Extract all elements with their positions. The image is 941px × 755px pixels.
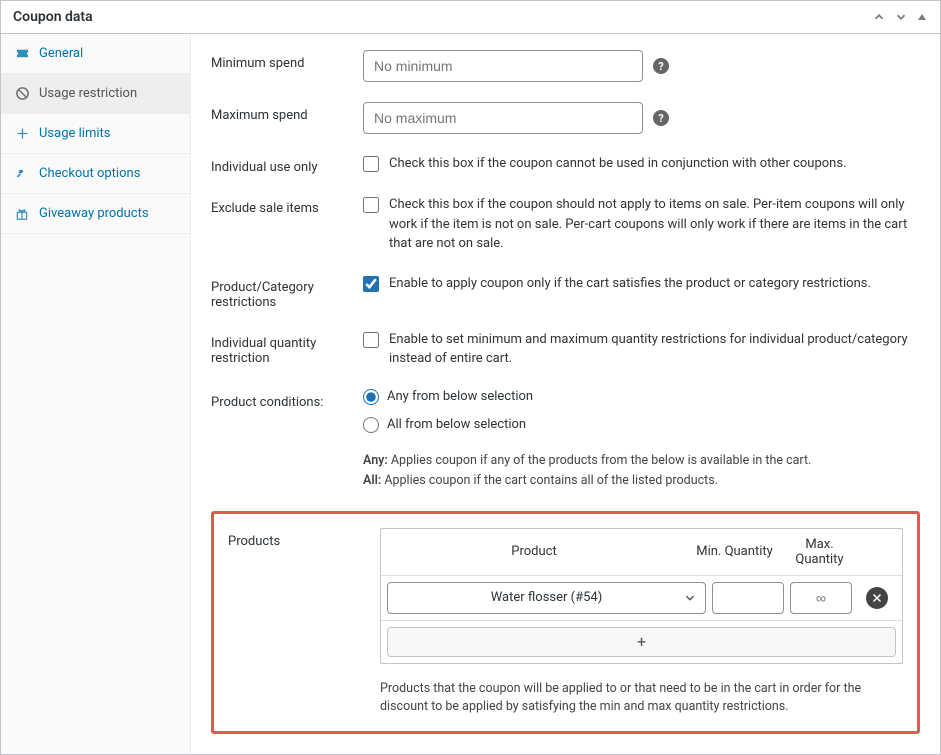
individual-quantity-checkbox[interactable] (363, 332, 379, 348)
field-products: Products Product Min. Quantity Max. Quan… (228, 528, 903, 718)
field-label: Product conditions: (211, 389, 351, 410)
column-header-min: Min. Quantity (687, 536, 782, 567)
toggle-panel-icon[interactable] (916, 11, 928, 23)
tab-checkout-options[interactable]: Checkout options (1, 154, 190, 194)
tab-label: Usage limits (39, 126, 110, 141)
maximum-spend-input[interactable] (363, 102, 643, 134)
field-maximum-spend: Maximum spend ? (211, 102, 920, 134)
tab-label: Checkout options (39, 166, 140, 181)
conditions-help-text: Any: Applies coupon if any of the produc… (363, 451, 920, 491)
field-minimum-spend: Minimum spend ? (211, 50, 920, 82)
tab-content: Minimum spend ? Maximum spend ? Individu… (191, 34, 940, 754)
product-category-checkbox[interactable] (363, 276, 379, 292)
table-header: Product Min. Quantity Max. Quantity (381, 529, 902, 576)
field-individual-quantity: Individual quantity restriction Enable t… (211, 330, 920, 369)
individual-use-checkbox[interactable] (363, 156, 379, 172)
field-product-conditions: Product conditions: Any from below selec… (211, 389, 920, 491)
field-product-category-restrictions: Product/Category restrictions Enable to … (211, 274, 920, 310)
chevron-down-icon (683, 591, 697, 605)
wrench-icon (15, 167, 31, 181)
tab-usage-limits[interactable]: Usage limits (1, 114, 190, 154)
panel-header-controls (872, 10, 928, 24)
products-table: Product Min. Quantity Max. Quantity Wate… (380, 528, 903, 664)
remove-row-button[interactable] (866, 587, 888, 609)
field-description: Enable to apply coupon only if the cart … (389, 274, 871, 294)
field-label: Products (228, 528, 368, 549)
column-header-product: Product (381, 536, 687, 567)
panel-header: Coupon data (1, 1, 940, 34)
coupon-data-panel: Coupon data General (0, 0, 941, 755)
product-select-value: Water flosser (#54) (491, 590, 603, 605)
product-select[interactable]: Water flosser (#54) (387, 582, 706, 614)
field-label: Maximum spend (211, 102, 351, 123)
field-label: Individual use only (211, 154, 351, 175)
plus-icon: + (637, 632, 646, 651)
add-row-container: + (381, 621, 902, 663)
tab-giveaway-products[interactable]: Giveaway products (1, 194, 190, 234)
tab-label: General (39, 46, 83, 61)
tab-label: Giveaway products (39, 206, 149, 221)
field-description: Enable to set minimum and maximum quanti… (389, 330, 920, 369)
tab-usage-restriction[interactable]: Usage restriction (1, 74, 190, 114)
max-quantity-input[interactable] (790, 582, 852, 614)
column-header-max: Max. Quantity (782, 529, 857, 575)
radio-label: All from below selection (387, 417, 526, 432)
gift-icon (15, 207, 31, 221)
products-section-highlight: Products Product Min. Quantity Max. Quan… (211, 511, 920, 735)
products-description: Products that the coupon will be applied… (380, 680, 903, 718)
tabs-sidebar: General Usage restriction Usage limits C… (1, 34, 191, 754)
field-exclude-sale: Exclude sale items Check this box if the… (211, 195, 920, 254)
help-icon[interactable]: ? (653, 58, 669, 74)
table-row: Water flosser (#54) (381, 576, 902, 621)
radio-label: Any from below selection (387, 389, 533, 404)
help-icon[interactable]: ? (653, 110, 669, 126)
field-individual-use: Individual use only Check this box if th… (211, 154, 920, 175)
ticket-icon (15, 46, 31, 61)
ban-icon (15, 86, 31, 101)
field-description: Check this box if the coupon cannot be u… (389, 154, 847, 174)
field-label: Product/Category restrictions (211, 274, 351, 310)
add-product-button[interactable]: + (387, 627, 896, 657)
move-up-icon[interactable] (872, 10, 886, 24)
condition-any-radio[interactable] (363, 389, 379, 405)
sliders-icon (15, 126, 31, 141)
field-description: Check this box if the coupon should not … (389, 195, 920, 254)
field-label: Minimum spend (211, 50, 351, 71)
min-quantity-input[interactable] (712, 582, 784, 614)
panel-body: General Usage restriction Usage limits C… (1, 34, 940, 754)
tab-label: Usage restriction (39, 86, 137, 101)
field-label: Exclude sale items (211, 195, 351, 216)
condition-all-radio[interactable] (363, 417, 379, 433)
field-label: Individual quantity restriction (211, 330, 351, 366)
minimum-spend-input[interactable] (363, 50, 643, 82)
move-down-icon[interactable] (894, 10, 908, 24)
tab-general[interactable]: General (1, 34, 190, 74)
exclude-sale-checkbox[interactable] (363, 197, 379, 213)
panel-title: Coupon data (13, 9, 93, 25)
